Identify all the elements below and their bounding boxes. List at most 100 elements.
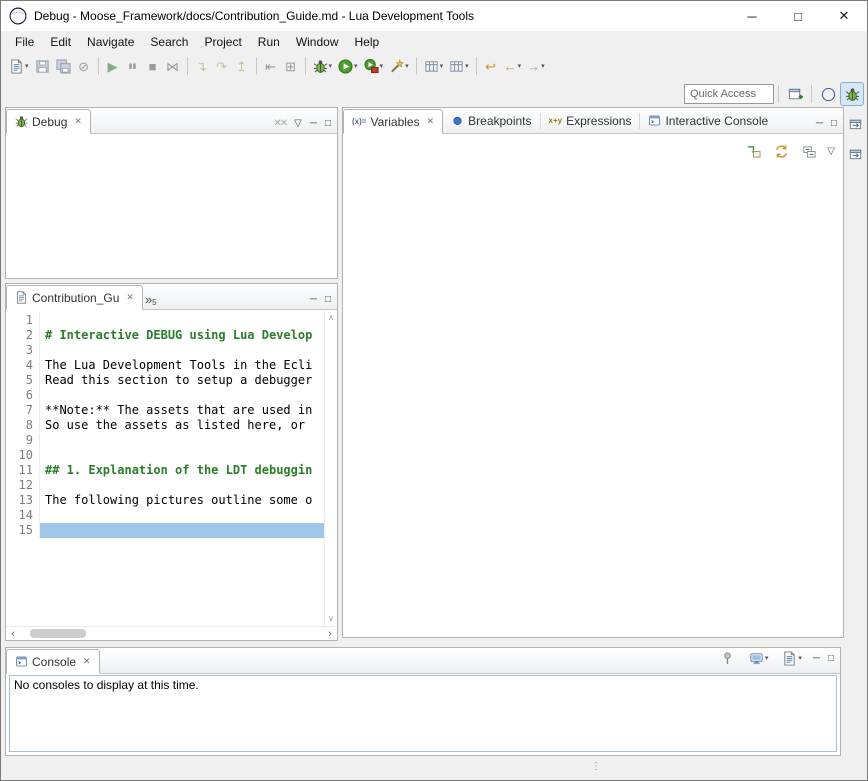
editor-line[interactable]: 2# Interactive DEBUG using Lua Develop	[6, 328, 324, 343]
launch-shortcut-button[interactable]: ▾	[386, 55, 412, 77]
tab-breakpoints[interactable]: Breakpoints	[443, 108, 539, 133]
refresh-button[interactable]	[771, 140, 792, 162]
editor-horizontal-scrollbar[interactable]: ‹ ›	[6, 626, 337, 640]
tab-debug[interactable]: Debug ✕	[6, 109, 91, 134]
close-tab-icon[interactable]: ✕	[126, 292, 134, 303]
new-lua-file-button[interactable]: ▾	[421, 55, 447, 77]
scroll-left-icon[interactable]: ‹	[6, 628, 20, 640]
collapse-all-button[interactable]	[799, 140, 820, 162]
scroll-down-icon[interactable]: ∨	[328, 614, 334, 623]
variables-view-content[interactable]	[343, 162, 843, 631]
view-menu-button[interactable]: ▽	[827, 146, 835, 157]
editor-line[interactable]: 6	[6, 388, 324, 403]
editor-line[interactable]: 15	[6, 523, 324, 538]
perspective-toolbar	[1, 79, 867, 107]
show-logical-structure-button[interactable]	[743, 140, 764, 162]
grid-icon	[424, 59, 439, 74]
editor-line[interactable]: 10	[6, 448, 324, 463]
editor-line[interactable]: 9	[6, 433, 324, 448]
back-button[interactable]: ← ▾	[501, 55, 525, 77]
new-button[interactable]: ▾	[6, 55, 32, 77]
close-window-button[interactable]: ✕	[821, 1, 867, 31]
maximize-window-button[interactable]: □	[775, 1, 821, 31]
menu-navigate[interactable]: Navigate	[79, 32, 142, 52]
minimize-view-button[interactable]: ─	[310, 118, 317, 129]
terminate-button[interactable]: ■	[143, 55, 163, 77]
editor-vertical-scrollbar[interactable]: ∧ ∨	[324, 310, 337, 626]
close-tab-icon[interactable]: ✕	[83, 656, 91, 667]
minimize-view-button[interactable]: ─	[816, 118, 823, 129]
menu-window[interactable]: Window	[288, 32, 347, 52]
menu-run[interactable]: Run	[250, 32, 288, 52]
restore-view-button-2[interactable]	[845, 143, 865, 163]
maximize-view-button[interactable]: □	[325, 118, 331, 129]
debug-button[interactable]: ▾	[310, 55, 336, 77]
resume-button[interactable]: ▶	[103, 55, 123, 77]
title-bar[interactable]: Debug - Moose_Framework/docs/Contributio…	[1, 1, 867, 31]
menu-search[interactable]: Search	[142, 32, 196, 52]
maximize-view-button[interactable]: □	[831, 118, 837, 129]
tab-expressions[interactable]: x+y Expressions	[541, 108, 640, 133]
step-over-button[interactable]: ↷	[212, 55, 232, 77]
minimize-view-button[interactable]: ─	[813, 653, 820, 664]
pin-console-button[interactable]	[717, 647, 738, 669]
scroll-up-icon[interactable]: ∧	[328, 313, 334, 322]
scroll-right-icon[interactable]: ›	[323, 628, 337, 640]
editor-text-area[interactable]: 12# Interactive DEBUG using Lua Develop3…	[6, 310, 324, 626]
last-edit-location-button[interactable]: ↩	[481, 55, 501, 77]
open-console-button[interactable]: ▾	[779, 647, 805, 669]
maximize-view-button[interactable]: □	[325, 294, 331, 305]
sash-handle[interactable]: ⋮	[591, 761, 600, 772]
editor-tab-overflow[interactable]: »5	[143, 292, 163, 309]
editor-line[interactable]: 11## 1. Explanation of the LDT debuggin	[6, 463, 324, 478]
save-all-button[interactable]	[53, 55, 74, 77]
use-step-filters-button[interactable]: ⊞	[281, 55, 301, 77]
lua-perspective-button[interactable]	[816, 82, 840, 106]
editor-line[interactable]: 3	[6, 343, 324, 358]
save-button[interactable]	[32, 55, 53, 77]
tab-contribution-guide[interactable]: Contribution_Gu ✕	[6, 285, 143, 310]
console-content[interactable]: No consoles to display at this time.	[9, 675, 837, 752]
tab-variables[interactable]: (x)= Variables ✕	[343, 109, 443, 134]
minimize-window-button[interactable]: ─	[729, 1, 775, 31]
run-button[interactable]: ▾	[335, 55, 361, 77]
editor-line[interactable]: 5Read this section to setup a debugger	[6, 373, 324, 388]
menu-edit[interactable]: Edit	[42, 32, 79, 52]
view-menu-button[interactable]: ▽	[294, 118, 302, 129]
resume-icon: ▶	[108, 60, 118, 73]
editor-line[interactable]: 13The following pictures outline some o	[6, 493, 324, 508]
minimize-view-button[interactable]: ─	[310, 294, 317, 305]
maximize-view-button[interactable]: □	[828, 653, 834, 664]
debug-view-content[interactable]	[6, 134, 337, 278]
step-into-button[interactable]: ↴	[192, 55, 212, 77]
external-tools-button[interactable]: ▾	[361, 55, 387, 77]
forward-button[interactable]: → ▾	[524, 55, 548, 77]
close-tab-icon[interactable]: ✕	[427, 116, 435, 127]
editor-line[interactable]: 8So use the assets as listed here, or	[6, 418, 324, 433]
tab-console[interactable]: Console ✕	[6, 649, 100, 674]
disconnect-button[interactable]: ⋈	[163, 55, 183, 77]
debug-perspective-button[interactable]	[840, 82, 864, 106]
editor-line[interactable]: 7**Note:** The assets that are used in	[6, 403, 324, 418]
suspend-button[interactable]: ▮▮	[123, 55, 143, 77]
restore-view-button-1[interactable]	[845, 113, 865, 133]
open-perspective-button[interactable]	[783, 82, 807, 106]
editor-line[interactable]: 12	[6, 478, 324, 493]
new-lua-project-button[interactable]: ▾	[446, 55, 472, 77]
display-selected-console-button[interactable]: ▾	[746, 647, 772, 669]
scrollbar-thumb[interactable]	[30, 629, 86, 638]
remove-all-terminated-button[interactable]: ✕✕	[273, 118, 286, 129]
menu-help[interactable]: Help	[347, 32, 388, 52]
editor-line[interactable]: 14	[6, 508, 324, 523]
drop-to-frame-button[interactable]: ⇤	[261, 55, 281, 77]
skip-all-breakpoints-button[interactable]: ⊘	[74, 55, 94, 77]
tab-interactive-console[interactable]: Interactive Console	[640, 108, 776, 133]
close-tab-icon[interactable]: ✕	[74, 116, 82, 127]
editor-line[interactable]: 4The Lua Development Tools in the Ecli	[6, 358, 324, 373]
quick-access-input[interactable]	[684, 84, 774, 104]
line-number: 1	[6, 313, 40, 328]
editor-line[interactable]: 1	[6, 313, 324, 328]
step-return-button[interactable]: ↥	[232, 55, 252, 77]
menu-project[interactable]: Project	[196, 32, 249, 52]
menu-file[interactable]: File	[7, 32, 42, 52]
